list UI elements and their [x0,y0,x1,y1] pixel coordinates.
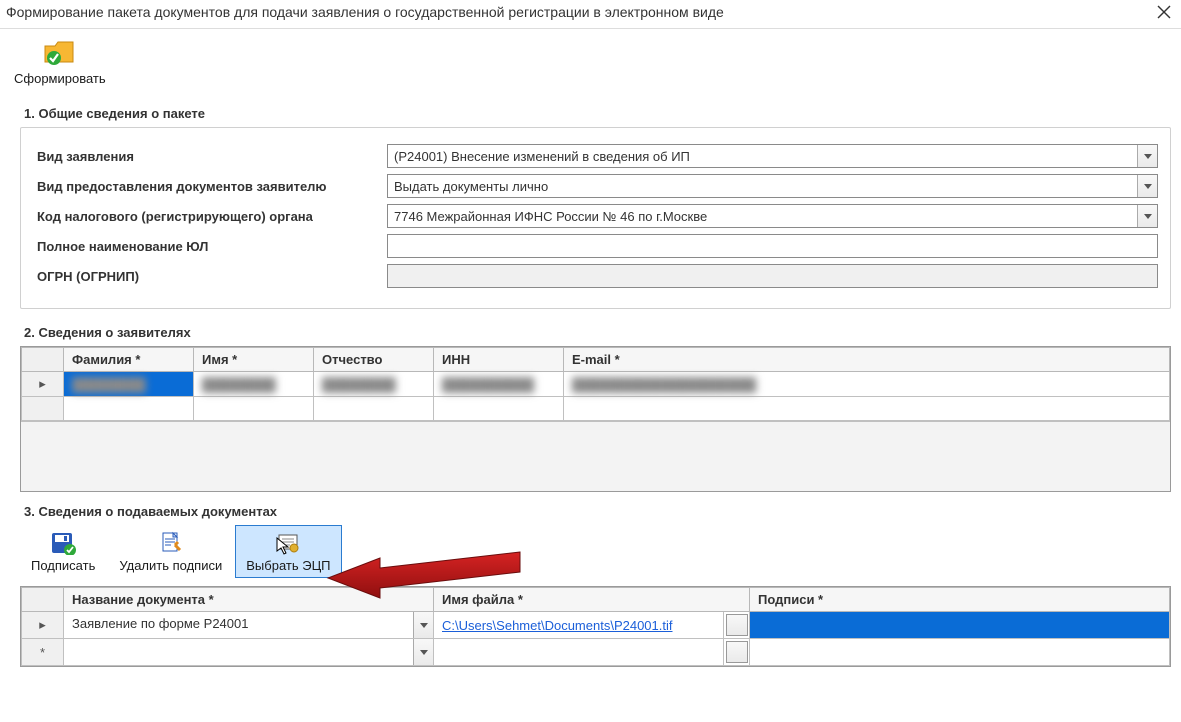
cell-filename[interactable] [434,639,724,666]
chevron-down-icon[interactable] [1137,205,1157,227]
file-link[interactable]: C:\Users\Sehmet\Documents\P24001.tif [442,618,673,633]
close-icon[interactable] [1157,5,1171,19]
col-patronymic[interactable]: Отчество [314,348,434,372]
sign-button[interactable]: Подписать [20,525,106,578]
select-ecp-button-label: Выбрать ЭЦП [246,558,330,573]
cell-lastname[interactable]: ████████ [64,372,194,397]
browse-button[interactable] [726,641,748,663]
form-button[interactable]: Сформировать [14,35,106,86]
col-firstname[interactable]: Имя * [194,348,314,372]
applicants-corner [22,348,64,372]
cell-inn[interactable]: ██████████ [434,372,564,397]
col-docname[interactable]: Название документа * [64,588,434,612]
dropdown-app-type[interactable]: (Р24001) Внесение изменений в сведения о… [387,144,1158,168]
table-row[interactable]: * [22,639,1170,666]
label-full-name: Полное наименование ЮЛ [37,239,387,254]
cell-docname[interactable]: Заявление по форме Р24001 [64,612,434,639]
col-signs[interactable]: Подписи * [750,588,1170,612]
dropdown-tax-code-value: 7746 Межрайонная ИФНС России № 46 по г.М… [388,209,1137,224]
table-row[interactable]: ▸ ████████ ████████ ████████ ██████████ … [22,372,1170,397]
cell-email[interactable]: ████████████████████ [564,372,1170,397]
chevron-down-icon[interactable] [413,612,433,638]
chevron-down-icon[interactable] [1137,175,1157,197]
col-inn[interactable]: ИНН [434,348,564,372]
col-filename[interactable]: Имя файла * [434,588,750,612]
cell-file-browse[interactable] [724,639,750,666]
dropdown-app-type-value: (Р24001) Внесение изменений в сведения о… [388,149,1137,164]
remove-signs-button-label: Удалить подписи [119,558,222,573]
input-ogrn[interactable] [387,264,1158,288]
dropdown-tax-code[interactable]: 7746 Межрайонная ИФНС России № 46 по г.М… [387,204,1158,228]
certificate-icon [273,530,303,556]
cell-filename[interactable]: C:\Users\Sehmet\Documents\P24001.tif [434,612,724,639]
chevron-down-icon[interactable] [413,639,433,665]
row-indicator-icon: ▸ [22,372,64,397]
folder-check-icon [40,35,80,69]
cell-signs[interactable] [750,612,1170,639]
cell-lastname[interactable] [64,397,194,421]
table-row[interactable] [22,397,1170,421]
section3-title: 3. Сведения о подаваемых документах [24,504,1171,519]
input-full-name[interactable] [387,234,1158,258]
cell-patronymic[interactable]: ████████ [314,372,434,397]
dropdown-deliver-type-value: Выдать документы лично [388,179,1137,194]
grid-empty-area [21,421,1170,491]
cell-firstname[interactable] [194,397,314,421]
label-deliver-type: Вид предоставления документов заявителю [37,179,387,194]
window-title: Формирование пакета документов для подач… [6,4,724,20]
remove-signs-button[interactable]: Удалить подписи [108,525,233,578]
new-row-icon: * [22,639,64,666]
section1-title: 1. Общие сведения о пакете [24,106,1171,121]
documents-corner [22,588,64,612]
chevron-down-icon[interactable] [1137,145,1157,167]
cell-email[interactable] [564,397,1170,421]
label-tax-code: Код налогового (регистрирующего) органа [37,209,387,224]
dropdown-deliver-type[interactable]: Выдать документы лично [387,174,1158,198]
cell-firstname[interactable]: ████████ [194,372,314,397]
disk-check-icon [48,530,78,556]
label-ogrn: ОГРН (ОГРНИП) [37,269,387,284]
cell-inn[interactable] [434,397,564,421]
sign-button-label: Подписать [31,558,95,573]
cell-docname[interactable] [64,639,434,666]
form-button-label: Сформировать [14,71,106,86]
applicants-grid[interactable]: Фамилия * Имя * Отчество ИНН E-mail * ▸ … [20,346,1171,492]
col-lastname[interactable]: Фамилия * [64,348,194,372]
browse-button[interactable] [726,614,748,636]
label-app-type: Вид заявления [37,149,387,164]
document-remove-icon [156,530,186,556]
cell-file-browse[interactable] [724,612,750,639]
table-row[interactable]: ▸ Заявление по форме Р24001 C:\Users\Seh… [22,612,1170,639]
section2-title: 2. Сведения о заявителях [24,325,1171,340]
cell-patronymic[interactable] [314,397,434,421]
row-indicator-icon: ▸ [22,612,64,639]
documents-grid[interactable]: Название документа * Имя файла * Подписи… [20,586,1171,667]
cell-signs[interactable] [750,639,1170,666]
select-ecp-button[interactable]: Выбрать ЭЦП [235,525,341,578]
row-indicator-icon [22,397,64,421]
col-email[interactable]: E-mail * [564,348,1170,372]
